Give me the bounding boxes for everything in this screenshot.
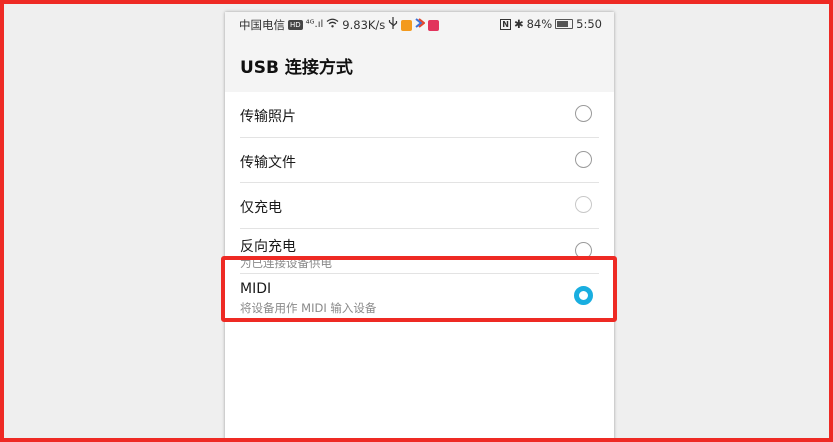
option-label: 反向充电	[240, 238, 296, 255]
status-bar: 中国电信 HD ⁴ᴳ.ıl 9.83K/s N ✱ 84% 5:50	[225, 12, 614, 36]
status-right: N ✱ 84% 5:50	[500, 17, 602, 31]
battery-percent: 84%	[526, 17, 553, 31]
clock: 5:50	[576, 17, 602, 31]
battery-icon	[555, 19, 574, 29]
hd-icon: HD	[288, 20, 303, 30]
option-charge-only[interactable]: 仅充电	[225, 183, 614, 229]
page-title: USB 连接方式	[240, 58, 353, 78]
nfc-icon: N	[500, 18, 511, 30]
option-label: 仅充电	[240, 200, 282, 216]
phone-screen: 中国电信 HD ⁴ᴳ.ıl 9.83K/s N ✱ 84% 5:50 USB 连…	[225, 12, 614, 442]
app-arrow-icon	[415, 17, 426, 33]
status-left: 中国电信 HD ⁴ᴳ.ıl 9.83K/s	[239, 17, 440, 33]
app-notification-icon	[401, 19, 413, 31]
midi-highlight-box	[221, 256, 617, 322]
option-label: 传输文件	[240, 154, 296, 171]
radio-button[interactable]	[575, 150, 592, 168]
carrier-name: 中国电信	[239, 18, 285, 32]
calendar-app-icon	[428, 19, 440, 31]
bluetooth-icon: ✱	[513, 17, 524, 31]
radio-button[interactable]	[575, 196, 592, 213]
option-transfer-photos[interactable]: 传输照片	[225, 92, 614, 138]
usb-icon	[388, 17, 398, 33]
title-bar: USB 连接方式	[225, 36, 614, 92]
signal-icon: ⁴ᴳ.ıl	[305, 19, 324, 30]
option-transfer-files[interactable]: 传输文件	[225, 138, 614, 183]
wifi-icon	[326, 18, 339, 32]
option-label: 传输照片	[240, 109, 296, 125]
network-speed: 9.83K/s	[342, 18, 386, 32]
radio-button[interactable]	[575, 105, 592, 122]
